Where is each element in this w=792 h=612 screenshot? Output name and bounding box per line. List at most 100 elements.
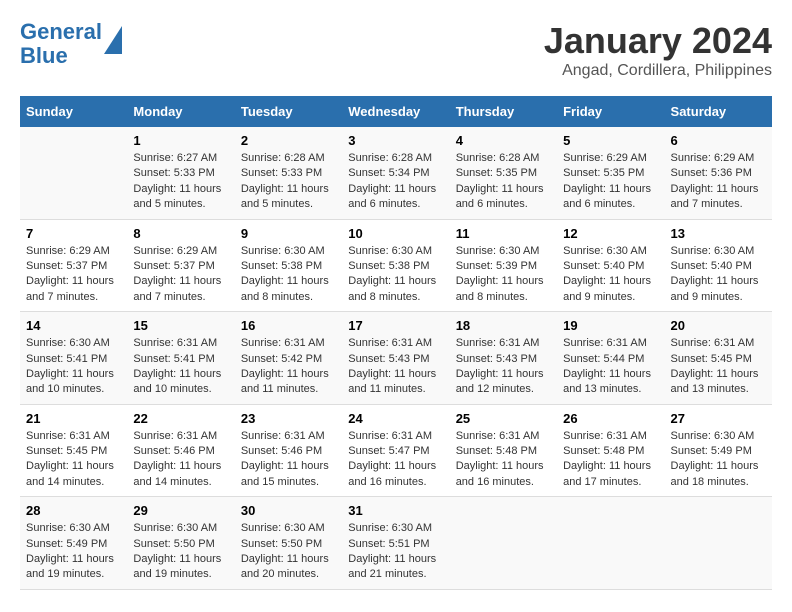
day-number: 4 <box>456 133 551 148</box>
calendar-cell <box>557 497 664 590</box>
sunset-text: Sunset: 5:48 PM <box>563 445 644 457</box>
daylight-text: Daylight: 11 hours and 7 minutes. <box>133 275 221 302</box>
sunset-text: Sunset: 5:39 PM <box>456 260 537 272</box>
sunrise-text: Sunrise: 6:30 AM <box>133 522 217 534</box>
calendar-cell: 6 Sunrise: 6:29 AM Sunset: 5:36 PM Dayli… <box>665 127 772 219</box>
day-info: Sunrise: 6:31 AM Sunset: 5:43 PM Dayligh… <box>348 336 443 398</box>
daylight-text: Daylight: 11 hours and 18 minutes. <box>671 460 759 487</box>
sunset-text: Sunset: 5:40 PM <box>671 260 752 272</box>
day-info: Sunrise: 6:31 AM Sunset: 5:41 PM Dayligh… <box>133 336 228 398</box>
day-info: Sunrise: 6:31 AM Sunset: 5:42 PM Dayligh… <box>241 336 336 398</box>
day-info: Sunrise: 6:31 AM Sunset: 5:46 PM Dayligh… <box>241 429 336 491</box>
daylight-text: Daylight: 11 hours and 14 minutes. <box>26 460 114 487</box>
sunset-text: Sunset: 5:38 PM <box>241 260 322 272</box>
day-number: 18 <box>456 318 551 333</box>
day-info: Sunrise: 6:27 AM Sunset: 5:33 PM Dayligh… <box>133 151 228 213</box>
sunrise-text: Sunrise: 6:29 AM <box>563 152 647 164</box>
sunset-text: Sunset: 5:34 PM <box>348 167 429 179</box>
calendar-cell: 23 Sunrise: 6:31 AM Sunset: 5:46 PM Dayl… <box>235 404 342 497</box>
calendar-cell <box>20 127 127 219</box>
title-section: January 2024 Angad, Cordillera, Philippi… <box>544 20 772 80</box>
month-title: January 2024 <box>544 20 772 62</box>
day-number: 31 <box>348 503 443 518</box>
calendar-cell: 25 Sunrise: 6:31 AM Sunset: 5:48 PM Dayl… <box>450 404 557 497</box>
daylight-text: Daylight: 11 hours and 17 minutes. <box>563 460 651 487</box>
sunrise-text: Sunrise: 6:30 AM <box>671 245 755 257</box>
calendar-week-row: 28 Sunrise: 6:30 AM Sunset: 5:49 PM Dayl… <box>20 497 772 590</box>
calendar-cell: 22 Sunrise: 6:31 AM Sunset: 5:46 PM Dayl… <box>127 404 234 497</box>
day-info: Sunrise: 6:30 AM Sunset: 5:51 PM Dayligh… <box>348 521 443 583</box>
day-number: 19 <box>563 318 658 333</box>
sunrise-text: Sunrise: 6:28 AM <box>241 152 325 164</box>
day-number: 5 <box>563 133 658 148</box>
daylight-text: Daylight: 11 hours and 16 minutes. <box>348 460 436 487</box>
day-number: 3 <box>348 133 443 148</box>
calendar-cell: 14 Sunrise: 6:30 AM Sunset: 5:41 PM Dayl… <box>20 312 127 405</box>
day-info: Sunrise: 6:30 AM Sunset: 5:49 PM Dayligh… <box>671 429 766 491</box>
weekday-header: Wednesday <box>342 96 449 127</box>
logo-text: GeneralBlue <box>20 20 102 68</box>
daylight-text: Daylight: 11 hours and 15 minutes. <box>241 460 329 487</box>
day-info: Sunrise: 6:30 AM Sunset: 5:38 PM Dayligh… <box>348 244 443 306</box>
day-info: Sunrise: 6:29 AM Sunset: 5:36 PM Dayligh… <box>671 151 766 213</box>
day-number: 12 <box>563 226 658 241</box>
day-number: 28 <box>26 503 121 518</box>
daylight-text: Daylight: 11 hours and 10 minutes. <box>26 368 114 395</box>
sunset-text: Sunset: 5:41 PM <box>26 353 107 365</box>
sunrise-text: Sunrise: 6:31 AM <box>133 430 217 442</box>
daylight-text: Daylight: 11 hours and 12 minutes. <box>456 368 544 395</box>
day-info: Sunrise: 6:30 AM Sunset: 5:50 PM Dayligh… <box>133 521 228 583</box>
day-number: 24 <box>348 411 443 426</box>
day-number: 2 <box>241 133 336 148</box>
sunset-text: Sunset: 5:33 PM <box>241 167 322 179</box>
calendar-cell <box>450 497 557 590</box>
weekday-header: Friday <box>557 96 664 127</box>
location: Angad, Cordillera, Philippines <box>544 62 772 80</box>
daylight-text: Daylight: 11 hours and 9 minutes. <box>671 275 759 302</box>
sunrise-text: Sunrise: 6:31 AM <box>241 430 325 442</box>
day-number: 23 <box>241 411 336 426</box>
sunrise-text: Sunrise: 6:31 AM <box>241 337 325 349</box>
day-info: Sunrise: 6:28 AM Sunset: 5:34 PM Dayligh… <box>348 151 443 213</box>
sunrise-text: Sunrise: 6:30 AM <box>671 430 755 442</box>
sunrise-text: Sunrise: 6:30 AM <box>563 245 647 257</box>
day-number: 26 <box>563 411 658 426</box>
calendar-cell: 7 Sunrise: 6:29 AM Sunset: 5:37 PM Dayli… <box>20 219 127 312</box>
daylight-text: Daylight: 11 hours and 7 minutes. <box>26 275 114 302</box>
daylight-text: Daylight: 11 hours and 8 minutes. <box>348 275 436 302</box>
weekday-header: Saturday <box>665 96 772 127</box>
logo-icon <box>104 26 122 54</box>
calendar-cell: 1 Sunrise: 6:27 AM Sunset: 5:33 PM Dayli… <box>127 127 234 219</box>
sunrise-text: Sunrise: 6:31 AM <box>456 430 540 442</box>
day-number: 8 <box>133 226 228 241</box>
sunset-text: Sunset: 5:48 PM <box>456 445 537 457</box>
sunset-text: Sunset: 5:40 PM <box>563 260 644 272</box>
calendar-cell: 27 Sunrise: 6:30 AM Sunset: 5:49 PM Dayl… <box>665 404 772 497</box>
sunset-text: Sunset: 5:44 PM <box>563 353 644 365</box>
daylight-text: Daylight: 11 hours and 6 minutes. <box>563 183 651 210</box>
daylight-text: Daylight: 11 hours and 19 minutes. <box>26 553 114 580</box>
calendar-cell: 20 Sunrise: 6:31 AM Sunset: 5:45 PM Dayl… <box>665 312 772 405</box>
sunset-text: Sunset: 5:46 PM <box>241 445 322 457</box>
weekday-header: Thursday <box>450 96 557 127</box>
logo: GeneralBlue <box>20 20 122 68</box>
daylight-text: Daylight: 11 hours and 21 minutes. <box>348 553 436 580</box>
sunset-text: Sunset: 5:50 PM <box>241 538 322 550</box>
sunset-text: Sunset: 5:33 PM <box>133 167 214 179</box>
sunrise-text: Sunrise: 6:27 AM <box>133 152 217 164</box>
calendar-cell: 2 Sunrise: 6:28 AM Sunset: 5:33 PM Dayli… <box>235 127 342 219</box>
sunset-text: Sunset: 5:47 PM <box>348 445 429 457</box>
day-info: Sunrise: 6:30 AM Sunset: 5:39 PM Dayligh… <box>456 244 551 306</box>
day-number: 14 <box>26 318 121 333</box>
day-number: 21 <box>26 411 121 426</box>
day-number: 30 <box>241 503 336 518</box>
sunset-text: Sunset: 5:45 PM <box>671 353 752 365</box>
sunset-text: Sunset: 5:35 PM <box>563 167 644 179</box>
calendar-cell <box>665 497 772 590</box>
calendar-cell: 21 Sunrise: 6:31 AM Sunset: 5:45 PM Dayl… <box>20 404 127 497</box>
calendar-week-row: 7 Sunrise: 6:29 AM Sunset: 5:37 PM Dayli… <box>20 219 772 312</box>
calendar-cell: 28 Sunrise: 6:30 AM Sunset: 5:49 PM Dayl… <box>20 497 127 590</box>
day-info: Sunrise: 6:30 AM Sunset: 5:41 PM Dayligh… <box>26 336 121 398</box>
daylight-text: Daylight: 11 hours and 6 minutes. <box>456 183 544 210</box>
calendar-cell: 18 Sunrise: 6:31 AM Sunset: 5:43 PM Dayl… <box>450 312 557 405</box>
